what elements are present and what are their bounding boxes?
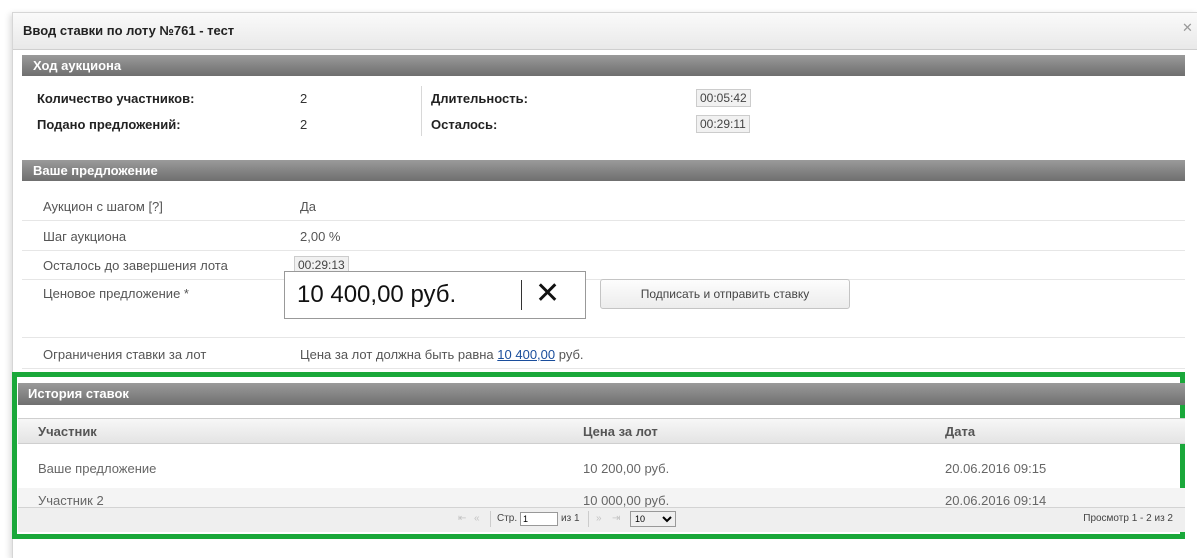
remaining-value: 00:29:11 <box>696 115 750 133</box>
bid-limit-text: Цена за лот должна быть равна 10 400,00 … <box>300 347 584 362</box>
duration-value: 00:05:42 <box>696 89 751 107</box>
clear-icon[interactable]: ✕ <box>535 276 560 311</box>
pager-view-text: Просмотр 1 - 2 из 2 <box>1083 513 1173 524</box>
duration-label: Длительность: <box>431 91 528 106</box>
column-divider <box>421 86 422 136</box>
prev-page-icon[interactable]: « <box>474 513 480 524</box>
step-auction-label: Аукцион с шагом [?] <box>43 199 163 214</box>
step-auction-value: Да <box>300 199 317 214</box>
page-label: Стр. <box>497 513 518 524</box>
participants-label: Количество участников: <box>37 91 195 106</box>
offers-label: Подано предложений: <box>37 117 181 132</box>
page-size-select[interactable]: 10 <box>630 511 676 527</box>
text-caret <box>521 280 522 310</box>
row-date: 20.06.2016 09:14 <box>945 493 1047 508</box>
page-number-input[interactable] <box>520 512 558 526</box>
row-date: 20.06.2016 09:15 <box>945 461 1047 476</box>
price-offer-input[interactable]: 10 400,00 руб. ✕ <box>284 271 586 319</box>
remaining-label: Осталось: <box>431 117 498 132</box>
auction-progress-header: Ход аукциона <box>22 55 1185 76</box>
row-divider <box>22 337 1185 338</box>
next-page-icon[interactable]: » <box>596 513 602 524</box>
offers-value: 2 <box>300 117 308 132</box>
row-divider <box>22 220 1185 221</box>
bid-history-header: История ставок <box>18 383 1185 405</box>
time-left-label: Осталось до завершения лота <box>43 258 228 273</box>
row-divider <box>22 250 1185 251</box>
row-divider <box>22 368 1185 369</box>
bid-limit-amount-link[interactable]: 10 400,00 <box>497 347 555 362</box>
first-page-icon[interactable]: ⇤ <box>458 513 466 524</box>
step-label: Шаг аукциона <box>43 229 127 244</box>
row-price: 10 200,00 руб. <box>583 461 670 476</box>
pager-divider <box>588 511 589 527</box>
pager-divider <box>490 511 491 527</box>
dialog-title: Ввод ставки по лоту №761 - тест <box>23 23 235 38</box>
column-price[interactable]: Цена за лот <box>583 424 658 439</box>
dialog-titlebar: Ввод ставки по лоту №761 - тест ✕ <box>13 13 1197 50</box>
bid-history-column-headers: Участник Цена за лот Дата <box>18 418 1185 444</box>
your-offer-header: Ваше предложение <box>22 160 1185 181</box>
bid-limit-suffix: руб. <box>558 347 584 362</box>
step-value: 2,00 % <box>300 229 341 244</box>
table-row[interactable]: Ваше предложение 10 200,00 руб. 20.06.20… <box>18 456 1185 486</box>
row-participant: Ваше предложение <box>38 461 157 476</box>
bid-history-pager: ⇤ « Стр. из 1 » ⇥ 10 Просмотр 1 - 2 из 2 <box>18 507 1185 532</box>
column-date[interactable]: Дата <box>945 424 975 439</box>
row-price: 10 000,00 руб. <box>583 493 670 508</box>
price-offer-label: Ценовое предложение * <box>43 286 189 301</box>
sign-and-send-bid-button[interactable]: Подписать и отправить ставку <box>600 279 850 309</box>
page-of-label: из 1 <box>561 513 580 524</box>
bid-limit-prefix: Цена за лот должна быть равна <box>300 347 494 362</box>
last-page-icon[interactable]: ⇥ <box>612 513 620 524</box>
price-offer-value[interactable]: 10 400,00 руб. <box>297 281 456 309</box>
column-participant[interactable]: Участник <box>38 424 97 439</box>
close-icon[interactable]: ✕ <box>1182 20 1197 40</box>
row-participant: Участник 2 <box>38 493 104 508</box>
participants-value: 2 <box>300 91 308 106</box>
bid-limit-label: Ограничения ставки за лот <box>43 347 207 362</box>
